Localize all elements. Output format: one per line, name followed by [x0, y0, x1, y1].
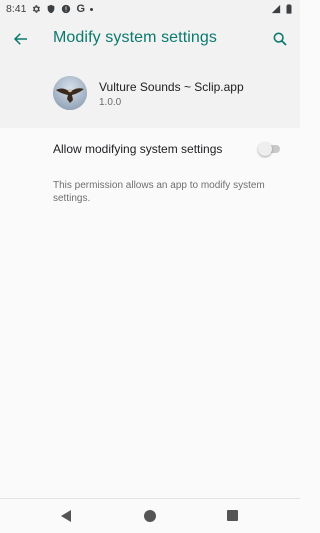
allow-modify-settings-switch[interactable]: [258, 142, 280, 156]
search-button[interactable]: [268, 27, 292, 51]
arrow-left-icon: [13, 33, 27, 45]
shield-icon: [46, 4, 56, 14]
battery-icon: [284, 4, 294, 14]
allow-modify-settings-row[interactable]: Allow modifying system settings: [0, 128, 300, 168]
switch-thumb: [258, 142, 272, 156]
gear-icon: [31, 4, 41, 14]
notification-dot-icon: [90, 7, 93, 11]
back-button[interactable]: [9, 27, 33, 51]
status-right: [271, 4, 294, 14]
nav-back-icon[interactable]: [59, 509, 73, 523]
status-bar: 8:41 G: [0, 0, 300, 18]
toggle-label: Allow modifying system settings: [53, 142, 223, 156]
wifi-icon: [271, 4, 281, 14]
google-icon: G: [76, 3, 85, 15]
app-bar: Modify system settings: [0, 18, 300, 60]
vulture-icon: [53, 76, 87, 110]
app-version: 1.0.0: [99, 97, 122, 108]
nav-home-icon[interactable]: [144, 510, 156, 522]
app-name: Vulture Sounds ~ Sclip.app: [99, 80, 244, 94]
search-icon: [273, 32, 287, 46]
app-icon: [53, 76, 87, 110]
permission-description: This permission allows an app to modify …: [53, 180, 265, 204]
navigation-bar: [0, 498, 300, 533]
alert-circle-icon: [61, 4, 71, 14]
status-time: 8:41: [6, 3, 27, 15]
nav-recents-icon[interactable]: [227, 510, 238, 521]
page-title: Modify system settings: [53, 29, 218, 46]
app-header: Vulture Sounds ~ Sclip.app 1.0.0: [0, 60, 300, 128]
status-left: 8:41 G: [6, 3, 93, 15]
